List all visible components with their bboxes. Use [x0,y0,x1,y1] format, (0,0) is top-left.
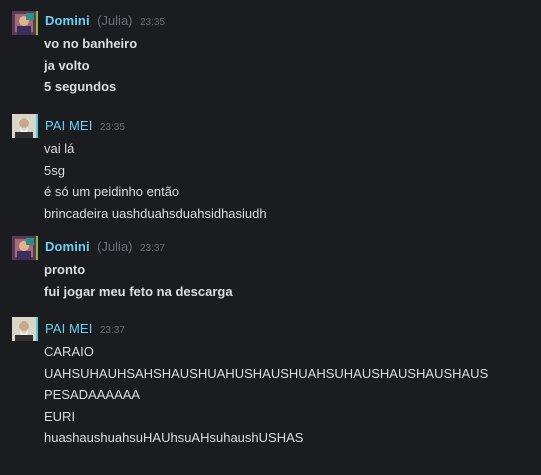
message-line: vo no banheiro [44,36,138,51]
message-line: huashaushuahsuHAUhsuAHsuhaushUSHAS [44,430,304,445]
sender-name[interactable]: Domini [45,239,90,254]
avatar-domini[interactable] [12,11,38,35]
message-lines: pronto fui jogar meu feto na descarga [44,259,233,302]
message-line: fui jogar meu feto na descarga [44,283,233,299]
message-line: 5sg [44,162,65,178]
sender-name[interactable]: PAI MEI [45,118,92,133]
sender-name[interactable]: Domini [45,13,90,28]
message-header: PAI MEI 23:37 [45,320,125,338]
message-line: CARAIO [44,344,94,359]
avatar-pai-mei[interactable] [12,317,38,341]
sender-alias: (Julia) [97,239,133,254]
chat-log: Domini (Julia) 23:35 vo no banheiro ja v… [0,0,541,475]
message-lines: vo no banheiro ja volto 5 segundos [44,33,137,98]
message-lines: CARAIO UAHSUHAUHSAHSHAUSHUAHUSHAUSHUAHSU… [44,341,488,449]
message-group: Domini (Julia) 23:37 pronto fui jogar me… [0,234,541,304]
message-header: PAI MEI 23:35 [45,117,125,135]
message-header: Domini (Julia) 23:35 [45,12,165,30]
message-line: brincadeira uashduahsduahsidhasiudh [44,205,267,221]
sender-alias: (Julia) [97,13,133,28]
message-line: UAHSUHAUHSAHSHAUSHUAHUSHAUSHUAHSUHAUSHAU… [44,365,489,381]
message-line: pronto [44,262,86,277]
message-line: vai lá [44,141,75,156]
message-line: EURI [44,408,76,424]
message-line: ja volto [44,57,90,73]
timestamp: 23:37 [139,243,165,254]
timestamp: 23:37 [99,325,125,336]
message-group: PAI MEI 23:37 CARAIO UAHSUHAUHSAHSHAUSHU… [0,316,541,446]
timestamp: 23:35 [99,122,125,133]
message-group: PAI MEI 23:35 vai lá 5sg é só um peidinh… [0,113,541,223]
message-line: 5 segundos [44,79,117,94]
message-header: Domini (Julia) 23:37 [45,238,165,256]
avatar-pai-mei[interactable] [12,114,38,138]
timestamp: 23:35 [139,17,165,28]
message-line: PESADAAAAAA [44,387,141,402]
message-lines: vai lá 5sg é só um peidinho então brinca… [44,138,267,224]
sender-name[interactable]: PAI MEI [45,321,92,336]
message-group: Domini (Julia) 23:35 vo no banheiro ja v… [0,8,541,98]
message-line: é só um peidinho então [44,184,180,199]
avatar-domini[interactable] [12,236,38,260]
